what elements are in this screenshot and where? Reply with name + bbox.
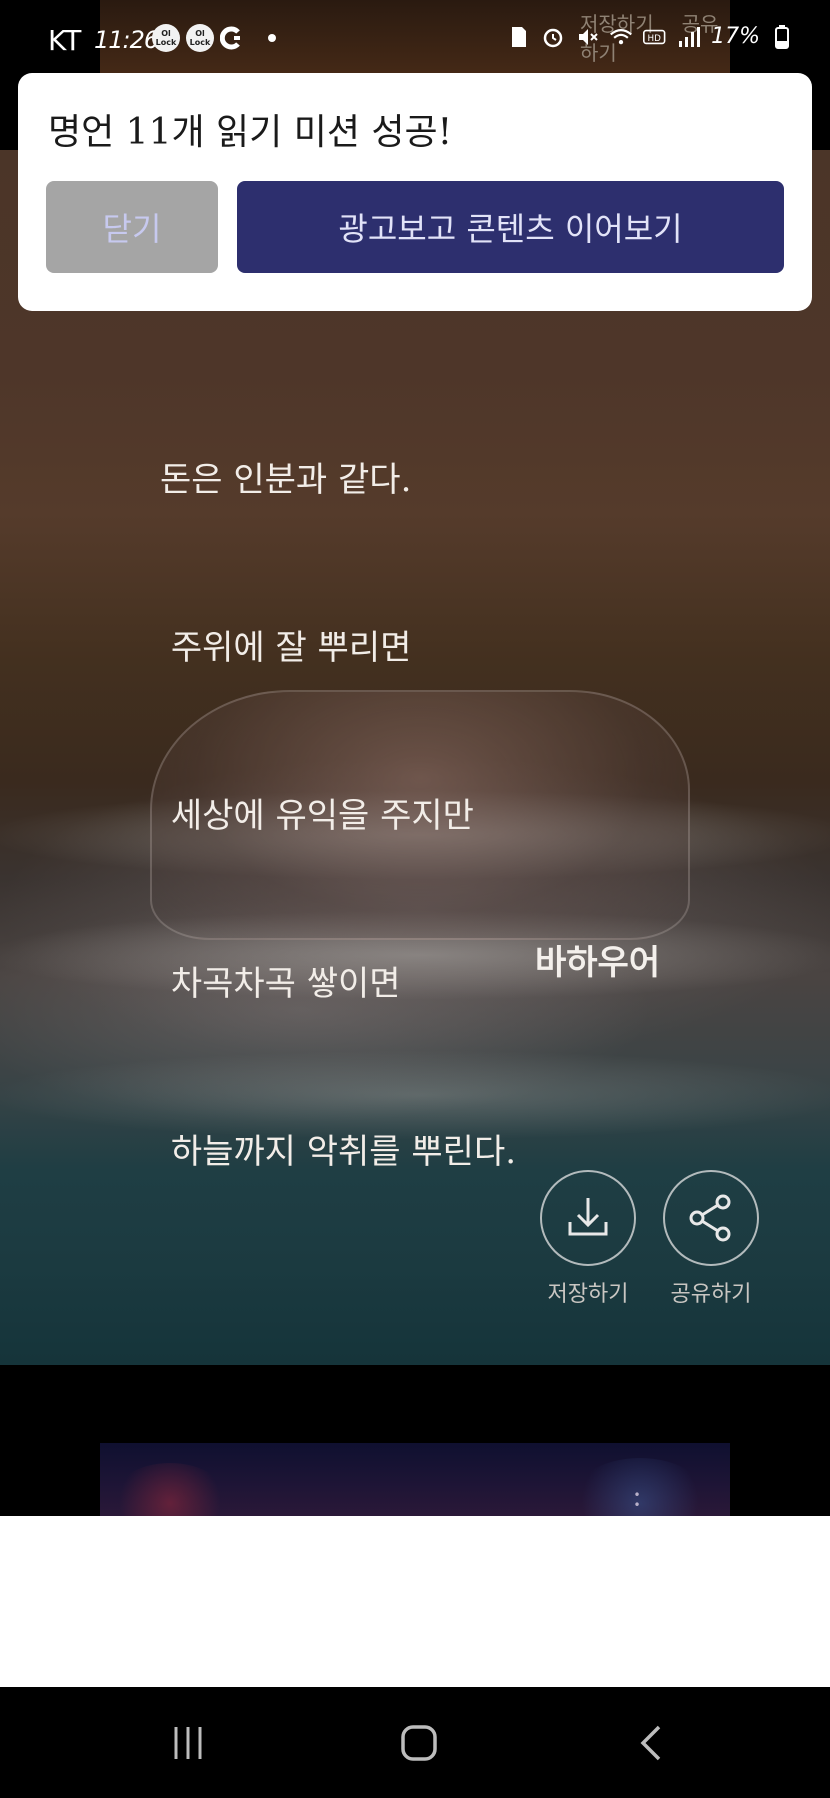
c-icon bbox=[220, 26, 244, 50]
svg-text:HD: HD bbox=[648, 34, 662, 44]
hd-icon: HD bbox=[643, 25, 667, 49]
system-icons: HD 17% bbox=[507, 24, 794, 49]
battery-percent: 17% bbox=[711, 24, 760, 49]
recents-icon[interactable] bbox=[160, 1715, 216, 1771]
download-icon[interactable] bbox=[540, 1170, 636, 1266]
lock-app-icon: Ol Lock bbox=[152, 24, 180, 52]
dialog-title: 명언 11개 읽기 미션 성공! bbox=[48, 112, 453, 153]
more-options-icon[interactable]: • • bbox=[633, 1489, 641, 1511]
save-label: 저장하기 bbox=[547, 1282, 629, 1307]
quote-line: 돈은 인분과 같다. bbox=[160, 460, 412, 500]
carrier-label: KT bbox=[48, 24, 82, 57]
ad-area bbox=[0, 1516, 830, 1687]
watch-ad-continue-button[interactable]: 광고보고 콘텐츠 이어보기 bbox=[237, 181, 784, 273]
clock: 11:26 bbox=[94, 26, 159, 54]
alarm-icon bbox=[541, 25, 565, 49]
quote-author: 바하우어 bbox=[535, 943, 661, 983]
status-bar: KT 11:26 Ol Lock Ol Lock HD 17% bbox=[0, 0, 830, 80]
quote-card: 돈은 인분과 같다. 주위에 잘 뿌리면 세상에 유익을 주지만 차곡차곡 쌓이… bbox=[0, 150, 830, 1365]
navigation-bar bbox=[0, 1687, 830, 1798]
share-label: 공유하기 bbox=[670, 1282, 752, 1307]
next-card-glow bbox=[110, 1463, 230, 1516]
signal-icon bbox=[677, 25, 701, 49]
notification-icons: Ol Lock Ol Lock bbox=[152, 24, 276, 52]
quote-line: 세상에 유익을 주지만 bbox=[160, 796, 474, 836]
wifi-icon bbox=[609, 25, 633, 49]
dot-icon bbox=[268, 34, 276, 42]
quote-text: 돈은 인분과 같다. 주위에 잘 뿌리면 세상에 유익을 주지만 차곡차곡 쌓이… bbox=[160, 340, 760, 1292]
quote-line: 차곡차곡 쌓이면 bbox=[160, 964, 401, 1004]
battery-icon bbox=[770, 24, 794, 49]
mute-icon bbox=[575, 25, 599, 49]
close-button[interactable]: 닫기 bbox=[46, 181, 218, 273]
share-button[interactable]: 공유하기 bbox=[656, 1170, 766, 1308]
save-button[interactable]: 저장하기 bbox=[533, 1170, 643, 1308]
lock-app-icon: Ol Lock bbox=[186, 24, 214, 52]
home-icon[interactable] bbox=[395, 1715, 443, 1771]
quote-line: 주위에 잘 뿌리면 bbox=[160, 628, 412, 668]
share-icon[interactable] bbox=[663, 1170, 759, 1266]
mission-success-dialog: 명언 11개 읽기 미션 성공! 닫기 광고보고 콘텐츠 이어보기 bbox=[18, 73, 812, 311]
back-icon[interactable] bbox=[630, 1715, 670, 1771]
sim-icon bbox=[507, 25, 531, 49]
